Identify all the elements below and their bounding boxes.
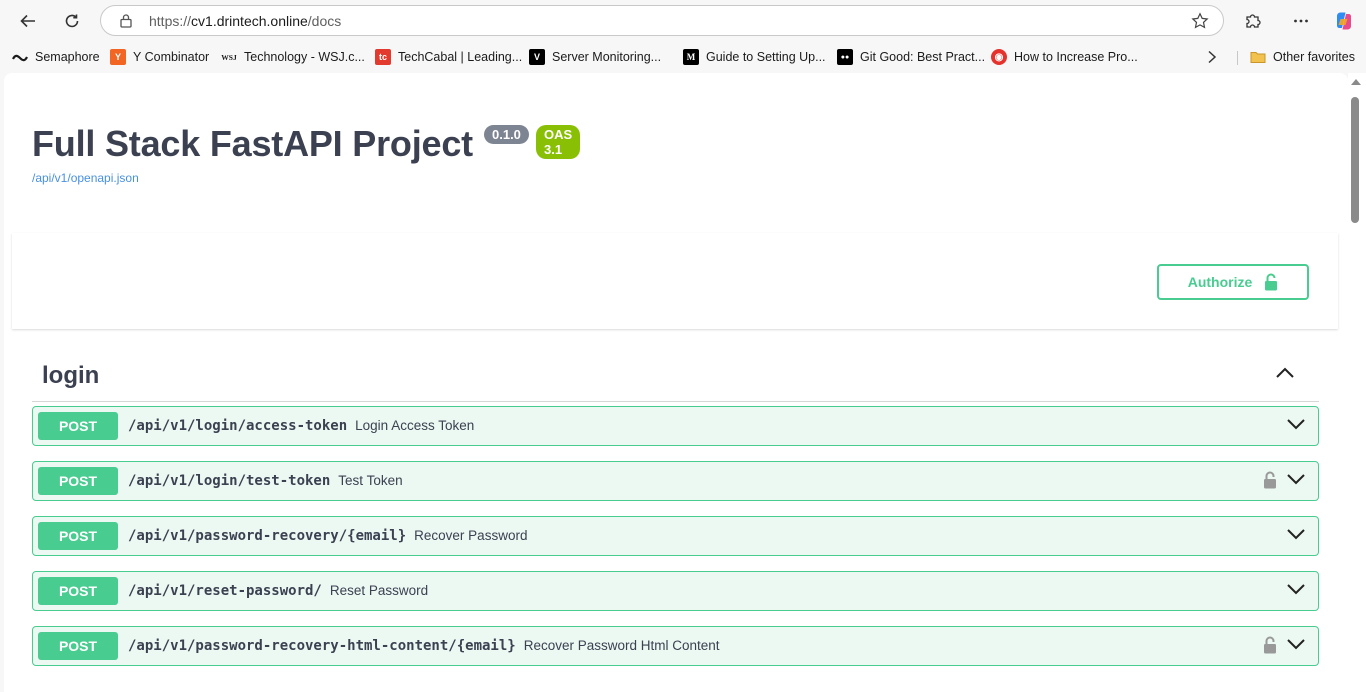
page-viewport: Full Stack FastAPI Project 0.1.0 OAS 3.1… (4, 73, 1348, 692)
bookmark-semaphore[interactable]: Semaphore (12, 48, 100, 66)
chevron-down-icon[interactable] (1286, 582, 1306, 596)
chevron-down-icon[interactable] (1286, 637, 1306, 651)
bookmark-label: How to Increase Pro... (1014, 50, 1138, 64)
favorite-star-icon[interactable] (1191, 12, 1209, 35)
semaphore-icon (12, 49, 28, 65)
bookmark-techcabal[interactable]: tc TechCabal | Leading... (375, 48, 522, 66)
tag-name: login (42, 362, 100, 389)
openapi-spec-link[interactable]: /api/v1/openapi.json (32, 171, 139, 185)
bookmark-wsj[interactable]: WSJ Technology - WSJ.c... (221, 48, 365, 66)
more-dots-icon (1294, 19, 1308, 23)
operation-path-text: /api/v1/login/access-token (128, 418, 348, 434)
bookmark-label: Git Good: Best Pract... (860, 50, 986, 64)
operation-summary: Test Token (338, 473, 403, 488)
back-button[interactable] (12, 5, 44, 37)
method-badge: POST (38, 467, 118, 495)
refresh-icon (65, 14, 79, 28)
medium-icon: ●● (837, 49, 853, 65)
puzzle-icon (1246, 14, 1261, 28)
authorize-button[interactable]: Authorize (1157, 264, 1309, 300)
bookmark-guide-setting-up[interactable]: M Guide to Setting Up... (683, 48, 826, 66)
scroll-up-arrow-icon[interactable] (1351, 79, 1361, 85)
method-badge: POST (38, 577, 118, 605)
operation-reset-password[interactable]: POST /api/v1/reset-password/Reset Passwo… (32, 571, 1319, 611)
bookmark-label: Other favorites (1273, 50, 1355, 64)
extensions-button[interactable] (1237, 5, 1269, 37)
chevron-right-icon (1208, 50, 1217, 64)
operation-path-text: /api/v1/login/test-token (128, 473, 331, 489)
operation-path: /api/v1/reset-password/Reset Password (128, 583, 428, 599)
ycombinator-icon: Y (110, 49, 126, 65)
operation-password-recovery[interactable]: POST /api/v1/password-recovery/{email} Re… (32, 516, 1319, 556)
operation-summary: Reset Password (329, 583, 429, 598)
browser-toolbar: https://cv1.drintech.online/docs (0, 0, 1366, 42)
version-badge: 0.1.0 (484, 125, 529, 144)
method-badge: POST (38, 632, 118, 660)
chevron-down-icon[interactable] (1286, 417, 1306, 431)
menu-button[interactable] (1285, 5, 1317, 37)
bookmarks-overflow-button[interactable] (1206, 48, 1218, 66)
bookmarks-bar: Semaphore Y Y Combinator WSJ Technology - … (0, 42, 1366, 72)
operation-path-text: /api/v1/password-recovery-html-content/{… (128, 638, 516, 654)
bookmark-git-good[interactable]: ●● Git Good: Best Pract... (837, 48, 985, 66)
chevron-down-icon[interactable] (1286, 527, 1306, 541)
refresh-button[interactable] (56, 5, 88, 37)
operation-path-text: /api/v1/password-recovery/{email} (128, 528, 407, 544)
wsj-icon: WSJ (221, 52, 237, 62)
oas-badge: OAS 3.1 (536, 125, 581, 159)
eye-icon: ◉ (991, 49, 1007, 65)
chevron-up-icon[interactable] (1275, 366, 1295, 380)
url-path: /docs (307, 13, 342, 29)
operation-summary: Recover Password Html Content (523, 638, 720, 653)
authorize-label: Authorize (1187, 274, 1253, 290)
bookmark-ycombinator[interactable]: Y Y Combinator (110, 48, 209, 66)
api-info: Full Stack FastAPI Project 0.1.0 OAS 3.1… (32, 123, 581, 185)
operation-path: /api/v1/login/test-token Test Token (128, 473, 403, 489)
scrollbar-thumb[interactable] (1351, 97, 1359, 223)
lock-icon (119, 13, 133, 33)
techcabal-icon: tc (375, 49, 391, 65)
bookmark-label: TechCabal | Leading... (398, 50, 523, 64)
back-arrow-icon (20, 14, 35, 28)
operation-password-recovery-html-content[interactable]: POST /api/v1/password-recovery-html-cont… (32, 626, 1319, 666)
operation-path: /api/v1/password-recovery-html-content/{… (128, 638, 720, 654)
copilot-button[interactable] (1328, 5, 1360, 37)
method-badge: POST (38, 522, 118, 550)
bookmark-label: Guide to Setting Up... (706, 50, 826, 64)
url-host: cv1.drintech.online (191, 13, 308, 29)
unlock-icon (1265, 273, 1278, 291)
folder-icon (1250, 49, 1266, 65)
operation-path: /api/v1/login/access-token Login Access T… (128, 418, 474, 434)
api-title: Full Stack FastAPI Project (32, 123, 473, 164)
operation-summary: Login Access Token (355, 418, 475, 433)
bookmark-server-monitoring[interactable]: V Server Monitoring... (529, 48, 661, 66)
copilot-icon (1337, 12, 1351, 30)
chevron-down-icon[interactable] (1286, 472, 1306, 486)
scheme-container: Authorize (12, 233, 1338, 329)
bookmark-label: Server Monitoring... (552, 50, 662, 64)
bookmark-label: Semaphore (35, 50, 100, 64)
lock-icon[interactable] (1263, 471, 1277, 489)
address-bar[interactable]: https://cv1.drintech.online/docs (100, 5, 1224, 36)
medium-icon: M (683, 49, 699, 65)
operation-path: /api/v1/password-recovery/{email} Recover… (128, 528, 527, 544)
bookmark-label: Technology - WSJ.c... (244, 50, 365, 64)
bookmarks-divider (1237, 51, 1238, 65)
tag-section-login[interactable]: login (32, 352, 1319, 402)
operation-summary: Recover Password (414, 528, 528, 543)
method-badge: POST (38, 412, 118, 440)
url-scheme: https:// (149, 13, 192, 29)
bookmark-other-favorites[interactable]: Other favorites (1250, 48, 1355, 66)
url-text: https://cv1.drintech.online/docs (149, 13, 341, 29)
operation-login-access-token[interactable]: POST /api/v1/login/access-token Login Acc… (32, 406, 1319, 446)
bookmark-increase-pro[interactable]: ◉ How to Increase Pro... (991, 48, 1138, 66)
operation-login-test-token[interactable]: POST /api/v1/login/test-token Test Token (32, 461, 1319, 501)
server-monitoring-icon: V (529, 49, 545, 65)
bookmark-label: Y Combinator (133, 50, 210, 64)
operation-path-text: /api/v1/reset-password/ (128, 583, 322, 599)
lock-icon[interactable] (1263, 636, 1277, 654)
